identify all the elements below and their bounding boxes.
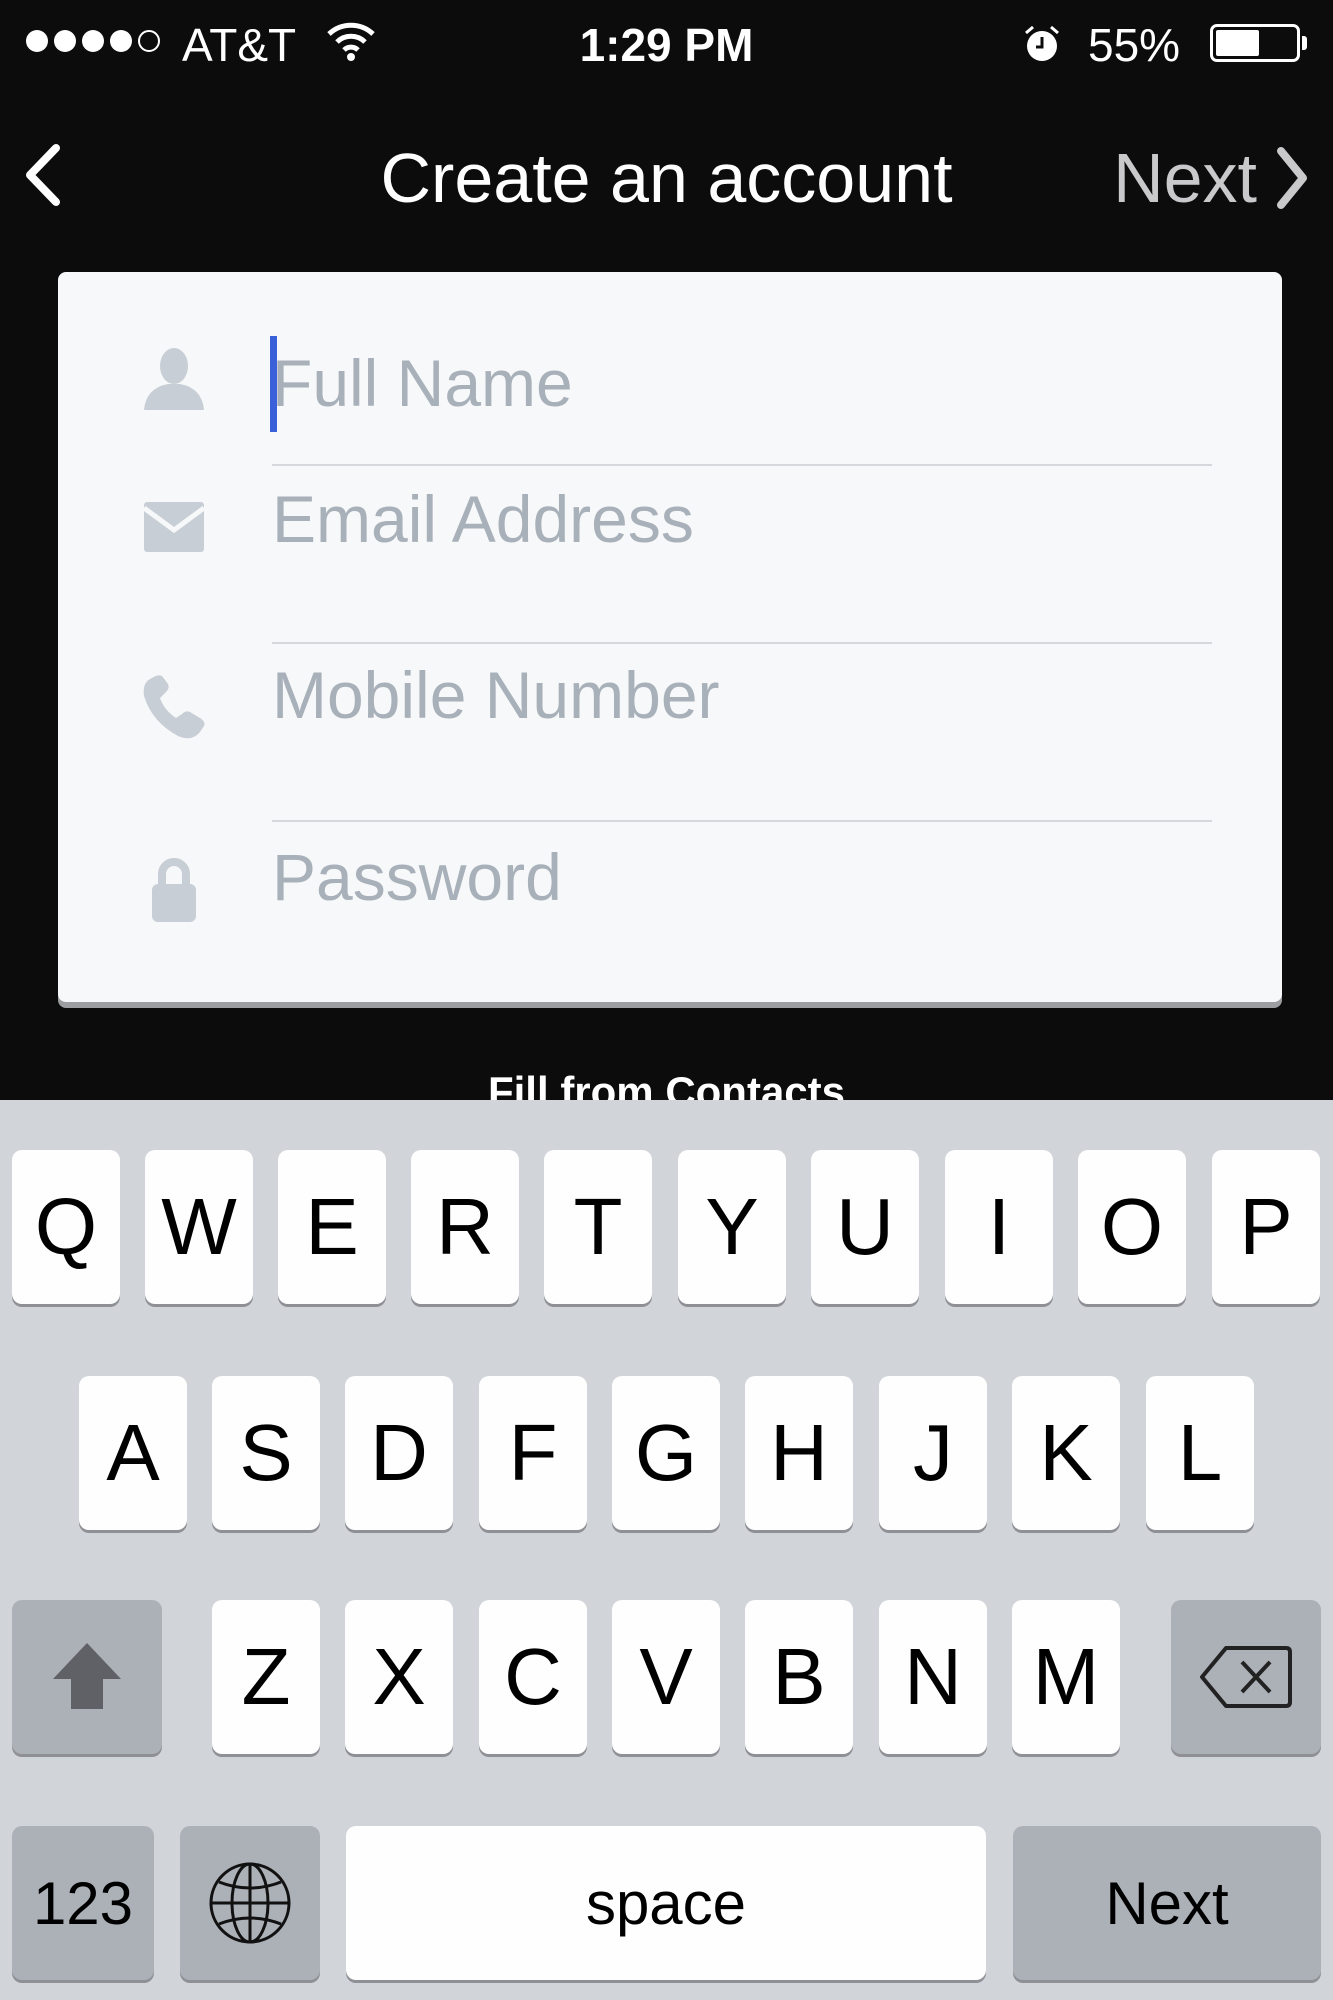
- phone-icon: [143, 675, 205, 739]
- next-button[interactable]: Next: [1113, 138, 1311, 218]
- password-input[interactable]: [272, 822, 1212, 932]
- key-j[interactable]: J: [879, 1376, 987, 1530]
- key-n[interactable]: N: [879, 1600, 987, 1754]
- return-next-key[interactable]: Next: [1013, 1826, 1321, 1980]
- key-c[interactable]: C: [479, 1600, 587, 1754]
- status-bar: AT&T 1:29 PM 55%: [0, 0, 1333, 90]
- key-p[interactable]: P: [1212, 1150, 1320, 1304]
- backspace-key[interactable]: [1171, 1600, 1321, 1754]
- key-a[interactable]: A: [79, 1376, 187, 1530]
- backspace-icon: [1200, 1646, 1292, 1708]
- key-o[interactable]: O: [1078, 1150, 1186, 1304]
- globe-icon: [209, 1862, 291, 1944]
- key-z[interactable]: Z: [212, 1600, 320, 1754]
- alarm-clock-icon: [1025, 25, 1059, 61]
- key-i[interactable]: I: [945, 1150, 1053, 1304]
- navigation-bar: Create an account Next: [0, 110, 1333, 240]
- key-l[interactable]: L: [1146, 1376, 1254, 1530]
- key-r[interactable]: R: [411, 1150, 519, 1304]
- key-e[interactable]: E: [278, 1150, 386, 1304]
- battery-level-fill: [1216, 30, 1259, 56]
- person-icon: [144, 348, 204, 410]
- key-x[interactable]: X: [345, 1600, 453, 1754]
- next-button-label: Next: [1113, 139, 1257, 217]
- shift-key[interactable]: [12, 1600, 162, 1754]
- key-q[interactable]: Q: [12, 1150, 120, 1304]
- numbers-key[interactable]: 123: [12, 1826, 154, 1980]
- key-w[interactable]: W: [145, 1150, 253, 1304]
- key-y[interactable]: Y: [678, 1150, 786, 1304]
- key-k[interactable]: K: [1012, 1376, 1120, 1530]
- shift-arrow-icon: [53, 1643, 121, 1709]
- key-h[interactable]: H: [745, 1376, 853, 1530]
- full-name-row: [58, 272, 1282, 466]
- email-input[interactable]: [272, 464, 1212, 574]
- key-d[interactable]: D: [345, 1376, 453, 1530]
- battery-icon: [1210, 24, 1300, 62]
- battery-percent: 55%: [1088, 19, 1181, 71]
- key-v[interactable]: V: [612, 1600, 720, 1754]
- key-g[interactable]: G: [612, 1376, 720, 1530]
- globe-key[interactable]: [180, 1826, 320, 1980]
- lock-icon: [152, 858, 196, 922]
- chevron-right-icon: [1277, 147, 1307, 209]
- mobile-number-input[interactable]: [272, 640, 1212, 750]
- mobile-row: [58, 628, 1282, 822]
- key-m[interactable]: M: [1012, 1600, 1120, 1754]
- password-row: [58, 806, 1282, 984]
- key-u[interactable]: U: [811, 1150, 919, 1304]
- onscreen-keyboard: Q W E R T Y U I O P A S D F G H J K L Z …: [0, 1100, 1333, 2000]
- battery-nub: [1302, 36, 1307, 50]
- key-s[interactable]: S: [212, 1376, 320, 1530]
- space-key[interactable]: space: [346, 1826, 986, 1980]
- key-t[interactable]: T: [544, 1150, 652, 1304]
- key-f[interactable]: F: [479, 1376, 587, 1530]
- signup-form: [58, 272, 1282, 1002]
- key-b[interactable]: B: [745, 1600, 853, 1754]
- email-row: [58, 450, 1282, 644]
- full-name-input[interactable]: [272, 328, 1212, 438]
- envelope-icon: [142, 502, 206, 552]
